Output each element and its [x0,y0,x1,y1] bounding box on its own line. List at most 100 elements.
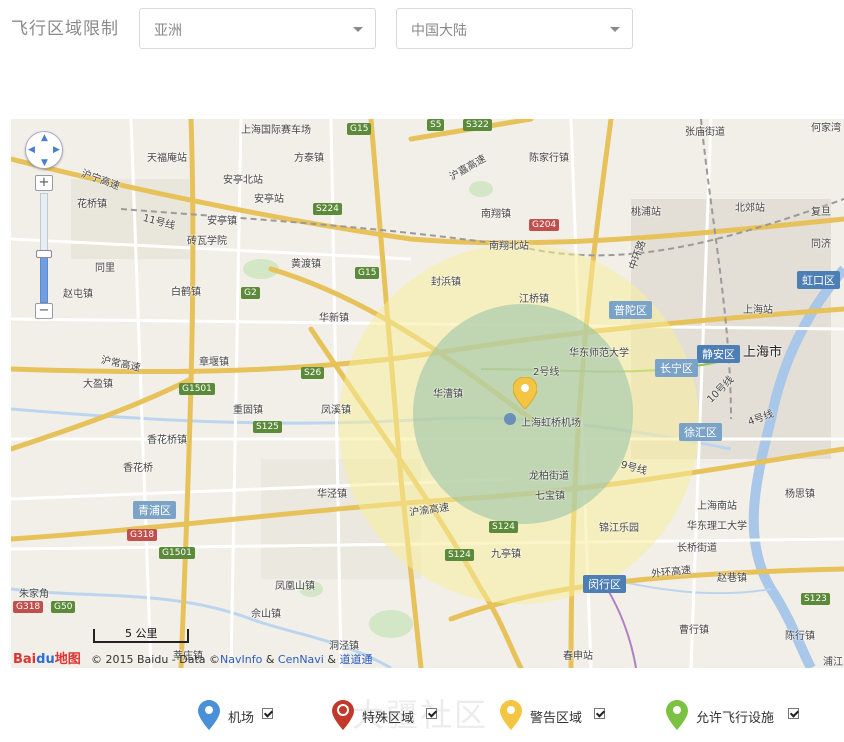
map-label: 九亭镇 [491,549,521,560]
map-label: 曹行镇 [679,625,709,636]
legend-warning-zone[interactable]: 警告区域 [500,700,605,732]
map-label: 香花桥镇 [147,435,187,446]
map-label: 重固镇 [233,405,263,416]
page-title: 飞行区域限制 [11,19,119,39]
map-label: 张庙街道 [685,127,725,138]
daodaotong-link[interactable]: 道道通 [339,653,372,666]
map-label: 华泾镇 [317,489,347,500]
legend-allowed-facility[interactable]: 允许飞行设施 [666,700,799,732]
airport-pin-icon[interactable] [513,377,537,409]
district-badge: 普陀区 [609,301,652,319]
map-label: 桃浦站 [631,207,661,218]
zoom-in-button[interactable]: + [35,175,53,191]
map-label: 长桥街道 [677,543,717,554]
road-badge: G1501 [179,383,215,395]
legend-label: 允许飞行设施 [696,711,775,726]
road-badge: G1501 [159,547,195,559]
map-label: 凤凰山镇 [275,581,315,592]
warning-zone-pin-icon [500,700,522,730]
map-label: 香花桥 [123,463,153,474]
map-label: 凤溪镇 [321,405,351,416]
road-badge: G15 [347,123,372,135]
cennavi-link[interactable]: CenNavi [278,653,324,666]
legend-label: 机场 [228,711,255,726]
map-label: 江桥镇 [519,294,549,305]
pan-up-icon[interactable]: ▲ [41,133,48,143]
road-badge: S322 [463,119,492,131]
country-select-value: 中国大陆 [411,23,467,39]
map-label: 上海市 [743,345,783,360]
scale-label: 5 公里 [125,627,158,640]
map-copyright: © 2015 Baidu - Data ©NavInfo & CenNavi &… [91,653,373,666]
airport-pin-icon [198,700,220,730]
map-label: 黄渡镇 [291,259,321,270]
map-label: 上海虹桥机场 [521,418,581,429]
map-label: 七宝镇 [535,491,565,502]
map-label: 浦江 [823,657,843,668]
map-label: 砖瓦学院 [187,236,227,247]
district-badge: 青浦区 [133,501,176,519]
map-label: 赵屯镇 [63,289,93,300]
map-label: 春申站 [563,651,593,662]
road-badge: S224 [313,203,342,215]
map-label: 上海南站 [697,501,737,512]
district-badge: 虹口区 [797,271,840,289]
legend-label: 特殊区域 [362,711,415,726]
road-badge: G50 [51,601,76,613]
road-badge: S5 [427,119,445,131]
allowed-facility-pin-icon [666,700,688,730]
road-badge: G15 [355,267,380,279]
road-badge: S123 [801,593,830,605]
zoom-control: + − [35,175,53,319]
map-label: 南翔北站 [489,241,529,252]
map-label: 洞泾镇 [329,641,359,652]
map-label: 北郊站 [735,203,765,214]
zoom-level-fill [40,254,48,303]
road-name: 2号线 [533,367,560,378]
map-label: 龙柏街道 [529,471,569,482]
map-label: 上海国际赛车场 [241,125,311,136]
region-select-value: 亚洲 [154,23,182,39]
map-label: 陈行镇 [785,631,815,642]
legend-checkbox[interactable] [788,708,799,719]
chevron-down-icon [610,27,620,32]
special-zone-pin-icon [332,700,354,730]
zoom-slider-handle[interactable] [36,250,52,258]
map-label: 锦江乐园 [599,523,639,534]
navinfo-link[interactable]: NavInfo [220,653,262,666]
country-select[interactable]: 中国大陆 [396,8,633,49]
legend-label: 警告区域 [530,711,583,726]
road-badge: G204 [529,219,560,231]
map-view[interactable]: 上海国际赛车场 天福庵站 安亭北站 安亭站 方泰镇 花桥镇 安亭镇 砖瓦学院 同… [11,119,844,668]
road-badge: G318 [13,601,44,613]
map-label: 华新镇 [319,313,349,324]
legend-checkbox[interactable] [426,708,437,719]
pan-down-icon[interactable]: ▼ [41,158,48,168]
legend-airport[interactable]: 机场 [198,700,273,732]
map-label: 同济 [811,239,831,250]
map-label: 花桥镇 [77,199,107,210]
pan-right-icon[interactable]: ▶ [53,145,60,155]
district-badge: 徐汇区 [679,423,722,441]
map-label: 复旦 [811,207,831,218]
map-label: 陈家行镇 [529,153,569,164]
map-label: 何家湾 [811,123,841,134]
map-label: 安亭站 [254,194,284,205]
zoom-out-button[interactable]: − [35,303,53,319]
map-label: 天福庵站 [147,153,187,164]
road-badge: S125 [253,421,282,433]
map-label: 安亭北站 [223,175,263,186]
chevron-down-icon [353,27,363,32]
legend-special-zone[interactable]: 特殊区域 [332,700,437,732]
region-select[interactable]: 亚洲 [139,8,376,49]
legend-checkbox[interactable] [262,708,273,719]
map-label: 封浜镇 [431,277,461,288]
district-badge: 闵行区 [583,575,626,593]
road-badge: S26 [301,367,325,379]
map-label: 方泰镇 [294,153,324,164]
pan-control[interactable]: ▲ ▼ ◀ ▶ [25,131,63,169]
pan-left-icon[interactable]: ◀ [28,145,35,155]
legend-checkbox[interactable] [594,708,605,719]
road-badge: G2 [241,287,260,299]
map-label: 南翔镇 [481,209,511,220]
